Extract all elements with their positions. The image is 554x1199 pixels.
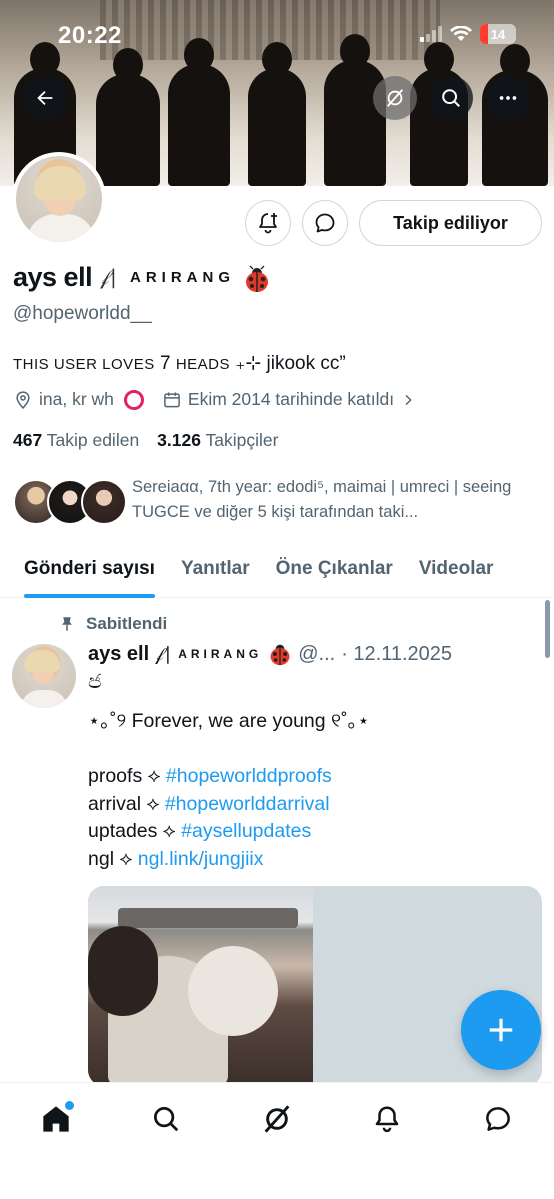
- nav-notifications[interactable]: [365, 1097, 409, 1141]
- post-line: uptades ⟡ #aysellupdates: [88, 820, 312, 842]
- back-arrow-icon: [37, 90, 53, 106]
- post-header: ays ell 𝒻∣ ARIRANG @... · 12.11.2025: [88, 642, 453, 666]
- explore-icon: [154, 1107, 179, 1132]
- search-icon: [442, 89, 460, 107]
- post-date: · 12.11.2025: [341, 642, 453, 665]
- following-count-link[interactable]: 467 Takip edilen: [13, 430, 139, 451]
- post-handle: @...: [298, 642, 336, 665]
- post-author-avatar[interactable]: [12, 644, 76, 708]
- grok-icon: [386, 89, 404, 107]
- post-photo[interactable]: [88, 886, 313, 1086]
- calendar-icon: [164, 392, 180, 407]
- post-line: ⋆｡˚୨ Forever, we are young ୧˚｡⋆: [88, 710, 370, 732]
- hashtag-link[interactable]: #hopeworlddproofs: [166, 765, 332, 787]
- ladybug-emoji: [243, 265, 269, 292]
- battery-indicator: 14: [480, 24, 516, 44]
- message-button[interactable]: [302, 200, 348, 246]
- status-icons: 14: [420, 24, 516, 44]
- follow-counts: 467 Takip edilen 3.126 Takipçiler: [13, 430, 278, 451]
- back-button[interactable]: [23, 76, 67, 120]
- profile-handle: @hopeworldd__: [13, 303, 152, 324]
- grok-nav-icon: [264, 1105, 290, 1133]
- name-tag: ARIRANG: [130, 269, 235, 286]
- known-followers[interactable]: Sereiaαα, 7th year: edodi⁵, maimai | umr…: [13, 475, 533, 529]
- tab-highlights[interactable]: Öne Çıkanlar: [276, 540, 393, 598]
- nav-grok[interactable]: [255, 1097, 299, 1141]
- more-button[interactable]: [486, 76, 530, 120]
- pin-icon: [62, 617, 72, 631]
- banner-silhouette: [168, 38, 230, 186]
- bottom-navigation: [0, 1082, 554, 1199]
- tab-replies[interactable]: Yanıtlar: [181, 540, 250, 598]
- ladybug-emoji: [270, 644, 290, 666]
- external-link[interactable]: ngl.link/jungjiix: [138, 848, 264, 870]
- nav-explore[interactable]: [144, 1097, 188, 1141]
- tab-posts[interactable]: Gönderi sayısı: [24, 540, 155, 598]
- red-circle-emoji: [123, 389, 144, 410]
- post-body: ⋆｡˚୨ Forever, we are young ୧˚｡⋆ proofs ⟡…: [88, 708, 370, 873]
- profile-location: ina, kr wh: [39, 389, 114, 409]
- hashtag-link[interactable]: #hopeworlddarrival: [165, 793, 330, 815]
- profile-tabs: Gönderi sayısı Yanıtlar Öne Çıkanlar Vid…: [0, 540, 554, 598]
- status-time: 20:22: [58, 22, 122, 49]
- signal-icon: [420, 26, 442, 42]
- compose-plus-icon: [489, 1018, 513, 1042]
- followers-count-link[interactable]: 3.126 Takipçiler: [157, 430, 278, 451]
- search-button[interactable]: [429, 76, 473, 120]
- profile-name: ays ell: [13, 262, 93, 292]
- message-icon: [315, 213, 335, 233]
- compose-button[interactable]: [461, 990, 541, 1070]
- banner-silhouette: [248, 42, 306, 186]
- bell-plus-icon: [259, 213, 277, 234]
- profile-avatar[interactable]: [12, 152, 106, 246]
- post-line: arrival ⟡ #hopeworlddarrival: [88, 792, 330, 815]
- profile-bio: THIS USER LOVES 7 HEADS ₊⊹ jikook cc”: [13, 353, 346, 374]
- known-followers-text: Sereiaαα, 7th year: edodi⁵, maimai | umr…: [132, 478, 512, 521]
- profile-name-row: ays ell 𝒻∣ ARIRANG: [13, 262, 269, 293]
- post-line: proofs ⟡ #hopeworlddproofs: [88, 765, 332, 787]
- banner-silhouette: [96, 48, 160, 186]
- notify-button[interactable]: [245, 200, 291, 246]
- location-icon: [16, 390, 30, 409]
- tab-videos[interactable]: Videolar: [419, 540, 494, 598]
- notifications-icon: [375, 1106, 399, 1133]
- post-line: ngl ⟡ ngl.link/jungjiix: [88, 847, 264, 870]
- profile-joined[interactable]: Ekim 2014 tarihinde katıldı: [188, 389, 394, 410]
- pinned-label-row: Sabitlendi: [58, 614, 167, 634]
- name-decoration: 𝒻∣: [100, 267, 118, 289]
- more-icon: [499, 96, 517, 100]
- nav-chat[interactable]: [476, 1097, 520, 1141]
- post-glyph: ජ: [88, 671, 102, 693]
- hashtag-link[interactable]: #aysellupdates: [181, 820, 311, 842]
- active-tab-indicator: [24, 594, 155, 598]
- following-button[interactable]: Takip ediliyor: [359, 200, 542, 246]
- wifi-icon: [450, 26, 472, 41]
- chat-icon: [486, 1107, 510, 1131]
- follower-avatar: [81, 479, 127, 525]
- nav-home[interactable]: [34, 1097, 78, 1141]
- scrollbar[interactable]: [545, 600, 550, 658]
- grok-button[interactable]: [373, 76, 417, 120]
- chevron-right-icon[interactable]: [400, 392, 416, 408]
- profile-meta: ina, kr wh Ekim 2014 tarihinde katıldı: [13, 389, 416, 410]
- banner-silhouette: [324, 34, 386, 186]
- post-author-name[interactable]: ays ell: [88, 643, 149, 666]
- home-notification-dot: [65, 1101, 74, 1110]
